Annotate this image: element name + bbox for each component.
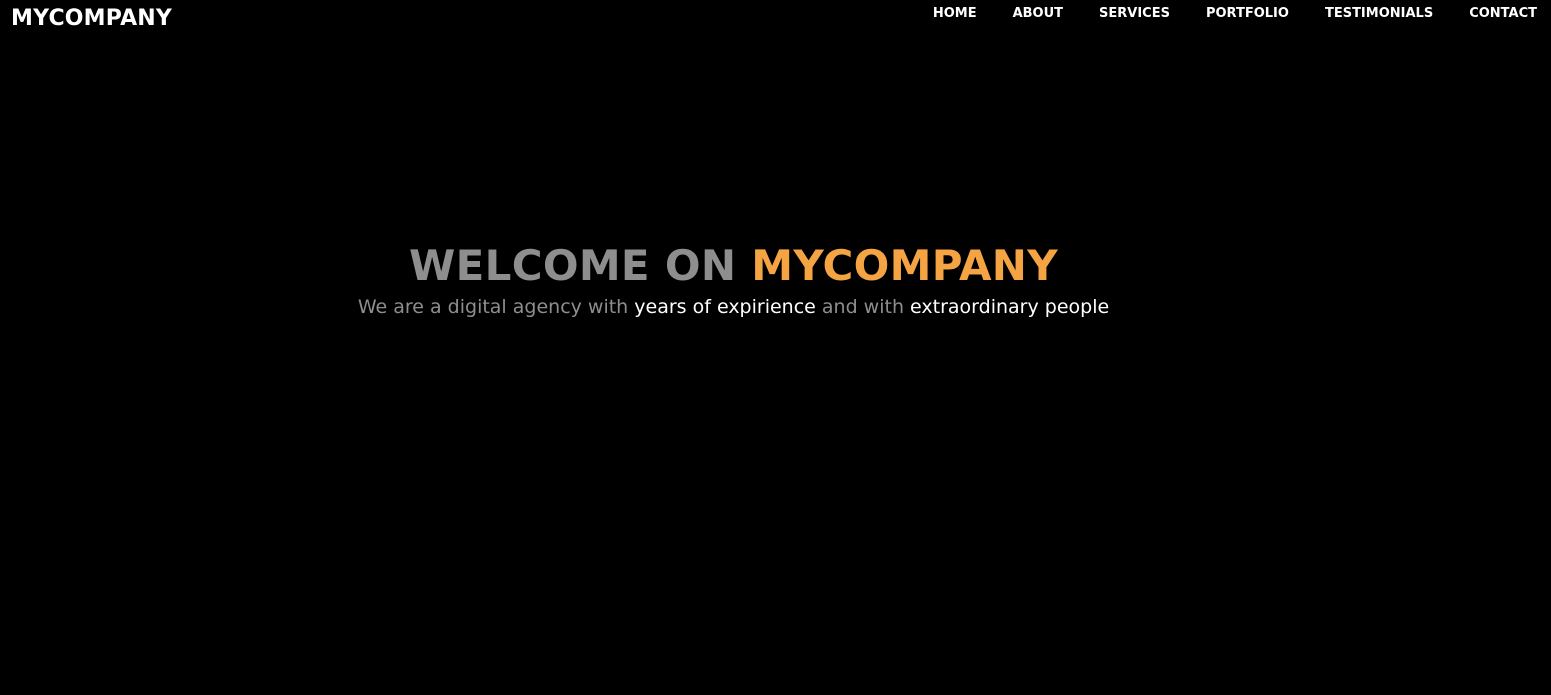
hero-section: WELCOME ON MYCOMPANY We are a digital ag…: [0, 240, 1467, 320]
top-navbar: MYCOMPANY HOME ABOUT SERVICES PORTFOLIO …: [0, 0, 1551, 40]
hero-subtitle-part2: and with: [815, 296, 911, 318]
hero-subtitle: We are a digital agency with years of ex…: [0, 294, 1467, 320]
brand-logo[interactable]: MYCOMPANY: [11, 5, 172, 33]
nav-menu: HOME ABOUT SERVICES PORTFOLIO TESTIMONIA…: [933, 6, 1537, 22]
hero-subtitle-highlight2: extraordinary people: [910, 296, 1110, 318]
nav-link-contact[interactable]: CONTACT: [1469, 6, 1537, 22]
hero-subtitle-part1: We are a digital agency with: [357, 296, 635, 318]
hero-title-prefix: WELCOME ON: [409, 241, 752, 290]
nav-link-about[interactable]: ABOUT: [1013, 6, 1063, 22]
hero-title-highlight: MYCOMPANY: [751, 241, 1058, 290]
nav-link-testimonials[interactable]: TESTIMONIALS: [1325, 6, 1433, 22]
nav-link-home[interactable]: HOME: [933, 6, 977, 22]
hero-subtitle-highlight1: years of expirience: [634, 296, 816, 318]
nav-link-services[interactable]: SERVICES: [1099, 6, 1170, 22]
nav-link-portfolio[interactable]: PORTFOLIO: [1206, 6, 1289, 22]
hero-title: WELCOME ON MYCOMPANY: [0, 240, 1467, 292]
landing-page: MYCOMPANY HOME ABOUT SERVICES PORTFOLIO …: [0, 0, 1551, 695]
